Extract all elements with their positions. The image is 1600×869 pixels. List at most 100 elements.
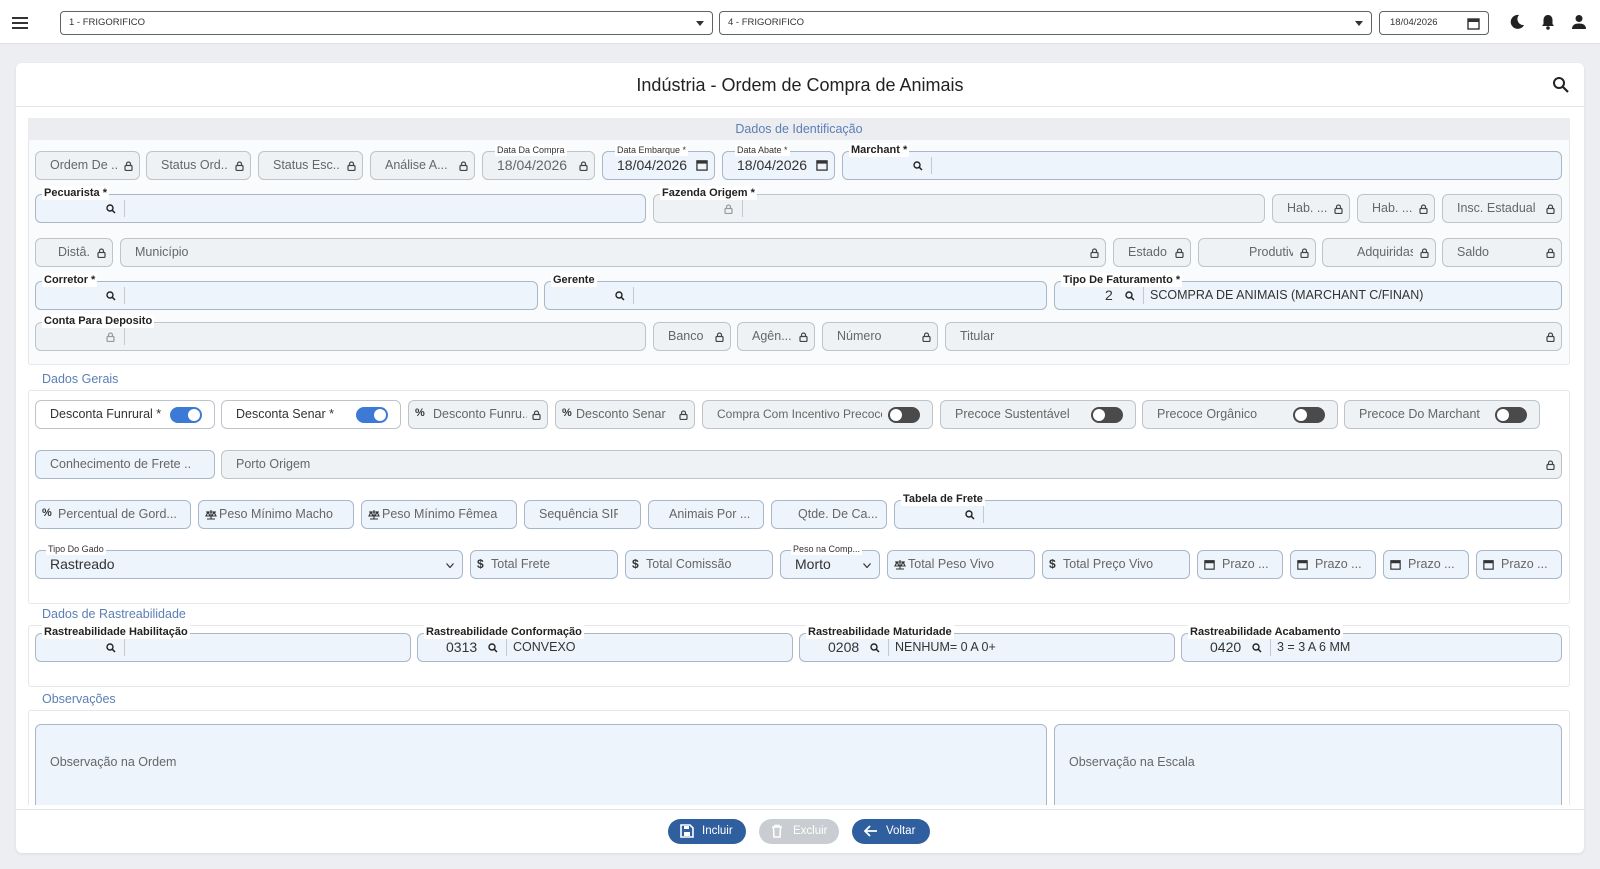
field-divider (742, 200, 743, 217)
compra-incentivo-toggle-field[interactable]: Compra Com Incentivo Precoce (702, 400, 933, 429)
search-icon[interactable] (1125, 291, 1135, 301)
trash-icon (772, 824, 782, 838)
prazo1-field[interactable]: Prazo ... (1197, 550, 1283, 579)
data-embarque-field[interactable]: Data Embarque * 18/04/2026 (602, 144, 715, 180)
precoce-organico-label: Precoce Orgânico (1157, 407, 1258, 421)
bell-icon[interactable] (1539, 13, 1557, 31)
peso-compra-select[interactable]: Peso na Comp... Morto (780, 543, 880, 579)
desconta-senar-toggle-field[interactable]: Desconta Senar * (221, 400, 401, 429)
search-icon[interactable] (870, 643, 880, 653)
conformacao-desc: CONVEXO (513, 640, 576, 654)
lock-icon (459, 161, 468, 171)
search-icon[interactable] (965, 510, 975, 520)
hab1-placeholder: Hab. ... (1287, 201, 1327, 215)
search-icon[interactable] (106, 204, 116, 214)
precoce-marchant-switch[interactable] (1495, 407, 1527, 423)
rastreabilidade-conformacao-field[interactable]: Rastreabilidade Conformação 0313 CONVEXO (417, 625, 793, 662)
observacao-ordem-field[interactable]: Observação na Ordem (35, 724, 1047, 805)
desconto-senar-placeholder: Desconto Senar (576, 407, 666, 421)
data-abate-field[interactable]: Data Abate * 18/04/2026 (722, 144, 835, 180)
observacao-escala-field[interactable]: Observação na Escala (1054, 724, 1562, 805)
corretor-field[interactable]: Corretor * (35, 273, 538, 310)
sequencia-sif-field[interactable]: Sequência SIF (524, 500, 641, 529)
top-bar: 1 - FRIGORIFICO 4 - FRIGORIFICO 18/04/20… (0, 0, 1600, 44)
precoce-sustentavel-switch[interactable] (1091, 407, 1123, 423)
field-divider (124, 200, 125, 217)
rastreabilidade-habilitacao-label: Rastreabilidade Habilitação (42, 625, 190, 639)
tabela-frete-field[interactable]: Tabela de Frete (894, 492, 1562, 529)
lock-icon (1546, 332, 1555, 342)
porto-origem-field: Porto Origem (221, 450, 1562, 479)
menu-icon[interactable] (10, 12, 32, 34)
rastreabilidade-habilitacao-field[interactable]: Rastreabilidade Habilitação (35, 625, 411, 662)
prazo1-placeholder: Prazo ... (1222, 557, 1269, 571)
pecuarista-field[interactable]: Pecuarista * (35, 186, 646, 223)
voltar-button[interactable]: Voltar (852, 819, 930, 844)
search-icon[interactable] (106, 643, 116, 653)
lock-icon (1300, 248, 1309, 258)
section-title: Dados de Identificação (28, 118, 1570, 140)
desconta-funrural-toggle-field[interactable]: Desconta Funrural * (35, 400, 215, 429)
rastreabilidade-acabamento-field[interactable]: Rastreabilidade Acabamento 0420 3 = 3 A … (1181, 625, 1562, 662)
total-peso-vivo-field[interactable]: Total Peso Vivo (887, 550, 1035, 579)
search-icon[interactable] (106, 291, 116, 301)
pecuarista-label: Pecuarista * (42, 186, 109, 200)
adquiridas-placeholder: Adquiridas (1357, 245, 1413, 259)
calendar-icon[interactable] (1467, 17, 1480, 30)
percentual-gordura-placeholder: Percentual de Gord... (58, 507, 177, 521)
porto-origem-placeholder: Porto Origem (236, 457, 311, 471)
precoce-organico-switch[interactable] (1293, 407, 1325, 423)
gerente-field[interactable]: Gerente (544, 273, 1047, 310)
peso-minimo-macho-field[interactable]: Peso Mínimo Macho (198, 500, 354, 529)
hab1-field: Hab. ... (1272, 194, 1350, 223)
total-comissao-field[interactable]: $ Total Comissão (625, 550, 773, 579)
calendar-icon[interactable] (816, 159, 828, 171)
calendar-icon (1390, 560, 1401, 570)
saldo-placeholder: Saldo (1457, 245, 1489, 259)
excluir-button[interactable]: Excluir (759, 819, 839, 844)
search-icon[interactable] (1552, 76, 1570, 94)
precoce-sustentavel-toggle-field[interactable]: Precoce Sustentável (940, 400, 1136, 429)
desconta-senar-switch[interactable] (356, 407, 388, 423)
search-icon[interactable] (488, 643, 498, 653)
prazo4-field[interactable]: Prazo ... (1476, 550, 1562, 579)
total-frete-field[interactable]: $ Total Frete (470, 550, 618, 579)
dollar-icon: $ (632, 557, 639, 571)
save-icon (680, 824, 694, 838)
calendar-icon (1204, 560, 1215, 570)
moon-icon[interactable] (1508, 13, 1526, 31)
rastreabilidade-maturidade-field[interactable]: Rastreabilidade Maturidade 0208 NENHUM= … (799, 625, 1175, 662)
desconta-funrural-switch[interactable] (170, 407, 202, 423)
animais-por-field[interactable]: Animais Por ... (648, 500, 764, 529)
qtde-field[interactable]: Qtde. De Ca... (771, 500, 887, 529)
precoce-organico-toggle-field[interactable]: Precoce Orgânico (1142, 400, 1338, 429)
dollar-icon: $ (1049, 557, 1056, 571)
marchant-field[interactable]: Marchant * (842, 143, 1562, 180)
precoce-marchant-toggle-field[interactable]: Precoce Do Marchant (1344, 400, 1540, 429)
lock-icon (1419, 204, 1428, 214)
total-preco-vivo-field[interactable]: $ Total Preço Vivo (1042, 550, 1190, 579)
peso-minimo-femea-field[interactable]: Peso Mínimo Fêmea (361, 500, 517, 529)
lock-icon (532, 410, 541, 420)
data-input[interactable]: 18/04/2026 (1379, 11, 1489, 35)
empresa-select[interactable]: 1 - FRIGORIFICO (60, 11, 713, 35)
prazo2-field[interactable]: Prazo ... (1290, 550, 1376, 579)
filial-select[interactable]: 4 - FRIGORIFICO (719, 11, 1372, 35)
agencia-placeholder: Agên... (752, 329, 792, 343)
percentual-gordura-field[interactable]: % Percentual de Gord... (35, 500, 191, 529)
search-icon[interactable] (1252, 643, 1262, 653)
fazenda-origem-label: Fazenda Origem * (660, 186, 757, 200)
compra-incentivo-switch[interactable] (888, 407, 920, 423)
prazo3-field[interactable]: Prazo ... (1383, 550, 1469, 579)
sequencia-sif-placeholder: Sequência SIF (539, 507, 618, 521)
lock-icon (1546, 248, 1555, 258)
user-icon[interactable] (1570, 13, 1588, 31)
search-icon[interactable] (913, 161, 923, 171)
tipo-faturamento-field[interactable]: Tipo De Faturamento * 2 SCOMPRA DE ANIMA… (1054, 273, 1562, 310)
calendar-icon[interactable] (696, 159, 708, 171)
conhecimento-frete-field[interactable]: Conhecimento de Frete ... (35, 450, 215, 479)
incluir-button[interactable]: Incluir (668, 819, 746, 844)
search-icon[interactable] (615, 291, 625, 301)
tipo-gado-select[interactable]: Tipo Do Gado Rastreado (35, 543, 463, 579)
form-scroll-area[interactable]: Dados de Identificação Ordem De ... Stat… (16, 107, 1584, 805)
